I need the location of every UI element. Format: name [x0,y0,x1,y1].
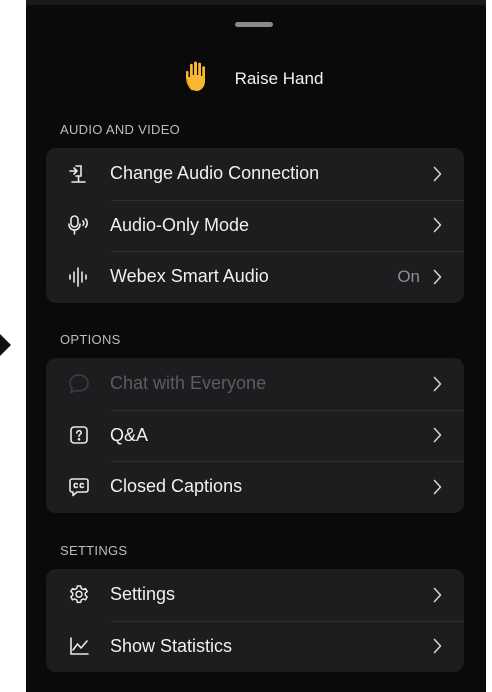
qa-label: Q&A [110,424,149,445]
section-settings-header: SETTINGS [60,543,128,558]
webex-smart-audio-label: Webex Smart Audio [110,266,269,287]
raise-hand-label: Raise Hand [234,69,324,88]
chevron-right-icon [430,426,444,444]
gear-icon [66,582,92,608]
raise-hand-button[interactable]: Raise Hand [20,57,486,101]
settings-item[interactable]: Settings [46,569,464,621]
closed-captions-item[interactable]: Closed Captions [46,461,464,513]
webex-smart-audio-item[interactable]: Webex Smart Audio On [46,251,464,303]
change-audio-connection-label: Change Audio Connection [110,163,320,184]
audio-video-group: Change Audio Connection Audio-Only Mode [46,148,464,303]
audio-only-mode-item[interactable]: Audio-Only Mode [46,199,464,252]
chat-bubble-icon [66,371,92,397]
smart-audio-status-value: On [397,266,420,286]
sheet-grabber-handle[interactable] [235,22,273,27]
audio-only-mode-label: Audio-Only Mode [110,214,250,235]
show-statistics-item[interactable]: Show Statistics [46,620,464,673]
qa-item[interactable]: Q&A [46,409,464,462]
meeting-actions-sheet: Raise Hand AUDIO AND VIDEO Change Audio … [26,5,486,692]
raised-hand-icon [183,60,213,99]
chevron-right-icon [430,586,444,604]
section-audio-video-header: AUDIO AND VIDEO [60,122,181,137]
show-statistics-label: Show Statistics [110,635,233,656]
statistics-chart-icon [66,633,92,659]
change-audio-connection-item[interactable]: Change Audio Connection [46,148,464,200]
chevron-right-icon [430,375,444,393]
chevron-right-icon [430,478,444,496]
chat-with-everyone-label: Chat with Everyone [110,373,267,394]
settings-group: Settings Show Statistics [46,569,464,672]
section-options-header: OPTIONS [60,332,121,347]
chevron-right-icon [430,268,444,286]
chevron-right-icon [430,165,444,183]
settings-label: Settings [110,584,176,605]
options-group: Chat with Everyone Q&A Closed Captions [46,358,464,513]
chevron-right-icon [430,216,444,234]
chat-with-everyone-item[interactable]: Chat with Everyone [46,358,464,410]
audio-connection-icon [66,161,92,187]
waveform-icon [66,264,92,290]
closed-captions-icon [66,474,92,500]
audio-only-icon [66,212,92,238]
side-pointer-arrow [0,334,11,356]
chevron-right-icon [430,637,444,655]
closed-captions-label: Closed Captions [110,476,243,497]
question-icon [66,422,92,448]
